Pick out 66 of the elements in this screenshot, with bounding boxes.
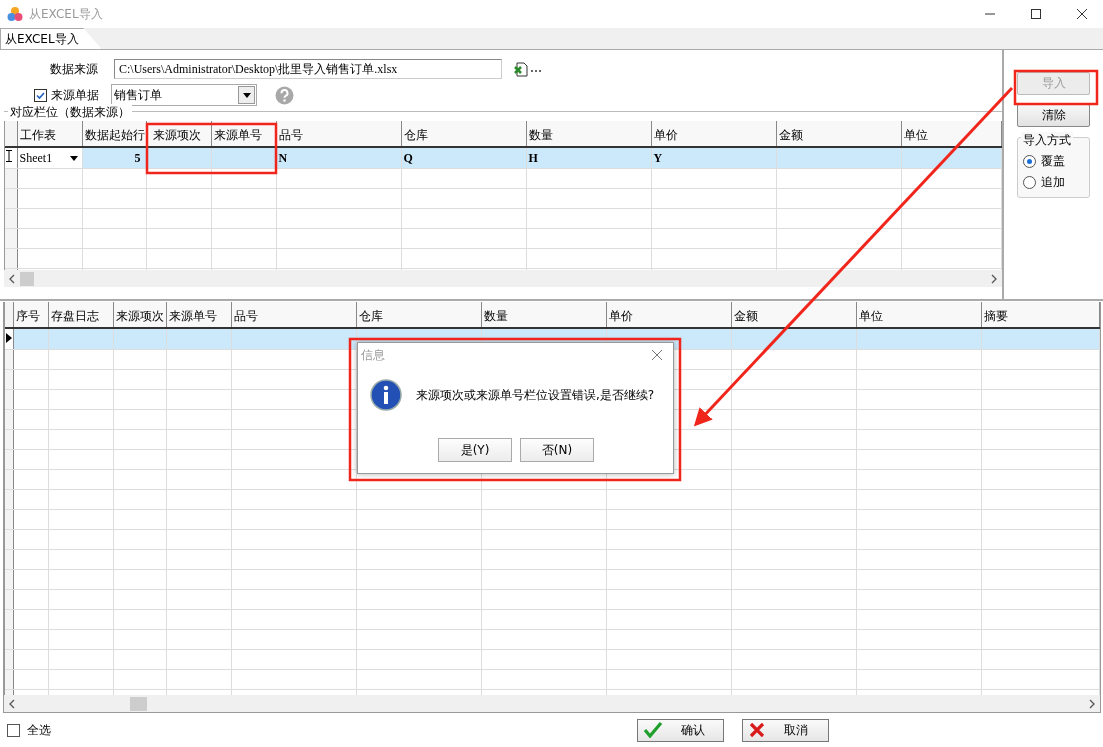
column-header[interactable]: 品号 — [231, 302, 357, 328]
window-title: 从EXCEL导入 — [29, 5, 103, 23]
column-header[interactable]: 仓库 — [401, 121, 526, 147]
table-cell: Y — [653, 150, 663, 165]
data-source-label: 数据来源 — [49, 60, 98, 78]
column-header[interactable]: 序号 — [14, 302, 49, 328]
column-header[interactable]: 单价 — [606, 302, 732, 328]
column-header[interactable]: 工作表 — [17, 121, 82, 147]
scroll-right-icon[interactable] — [1088, 698, 1096, 709]
radio-button[interactable] — [1023, 155, 1036, 168]
column-header[interactable]: 数量 — [526, 121, 651, 147]
table-cell: N — [278, 150, 288, 165]
scroll-left-icon[interactable] — [8, 698, 16, 709]
column-header[interactable]: 仓库 — [356, 302, 482, 328]
horizontal-scrollbar[interactable] — [4, 695, 1100, 712]
horizontal-scrollbar[interactable] — [4, 270, 1002, 287]
browse-file-icon[interactable] — [514, 61, 542, 77]
app-logo-icon — [7, 6, 23, 22]
close-icon[interactable] — [1076, 8, 1088, 20]
column-header[interactable]: 来源项次 — [113, 302, 167, 328]
column-header[interactable]: 单位 — [856, 302, 982, 328]
scroll-thumb[interactable] — [130, 696, 147, 711]
cross-icon — [748, 722, 766, 738]
column-header[interactable]: 单位 — [901, 121, 1001, 147]
column-header[interactable]: 数据起始行 — [82, 121, 146, 147]
yes-button[interactable]: 是(Y) — [438, 438, 512, 462]
no-button[interactable]: 否(N) — [520, 438, 594, 462]
column-header[interactable]: 存盘日志 — [48, 302, 114, 328]
column-header[interactable]: 摘要 — [981, 302, 1100, 328]
file-path-field[interactable]: C:\Users\Administrator\Desktop\批里导入销售订单.xlsx — [114, 59, 502, 79]
dialog-title: 信息 — [361, 346, 385, 364]
scroll-thumb[interactable] — [20, 271, 34, 286]
column-header[interactable]: 品号 — [276, 121, 401, 147]
column-header[interactable]: 来源单号 — [166, 302, 232, 328]
dialog-message: 来源项次或来源单号栏位设置错误,是否继续? — [416, 386, 655, 404]
select-all-checkbox[interactable] — [7, 723, 20, 737]
select-all-label: 全选 — [27, 721, 51, 739]
source-doc-label: 来源单据 — [51, 86, 100, 104]
maximize-icon[interactable] — [1030, 8, 1042, 20]
radio-label: 追加 — [1041, 174, 1065, 191]
current-row-icon — [6, 332, 12, 343]
radio-label: 覆盖 — [1041, 153, 1065, 170]
table-cell: 5 — [134, 150, 141, 165]
cancel-button[interactable]: 取消 — [742, 718, 829, 742]
source-doc-checkbox[interactable] — [34, 88, 47, 102]
group-title: 对应栏位（数据来源） — [8, 104, 132, 121]
check-icon — [643, 722, 663, 738]
group-title: 导入方式 — [1021, 132, 1073, 149]
radio-button[interactable] — [1023, 176, 1036, 189]
column-header[interactable]: 金额 — [731, 302, 857, 328]
column-header[interactable]: 单价 — [651, 121, 776, 147]
column-header[interactable]: 数量 — [481, 302, 607, 328]
clear-button[interactable]: 清除 — [1017, 104, 1090, 127]
table-cell: H — [528, 150, 538, 165]
source-doc-dropdown[interactable]: 销售订单 — [111, 84, 257, 106]
caret-icon — [242, 92, 251, 98]
info-icon — [370, 379, 402, 411]
scroll-right-icon[interactable] — [990, 273, 998, 284]
tab[interactable]: 从EXCEL导入 — [0, 28, 102, 49]
table-cell: Q — [403, 150, 413, 165]
caret-icon — [69, 155, 78, 161]
confirm-button[interactable]: 确认 — [637, 718, 724, 742]
scroll-left-icon[interactable] — [8, 273, 16, 284]
column-header[interactable]: 金额 — [776, 121, 901, 147]
worksheet-dropdown[interactable]: Sheet1 — [19, 150, 80, 166]
edit-cursor-icon — [6, 150, 12, 162]
